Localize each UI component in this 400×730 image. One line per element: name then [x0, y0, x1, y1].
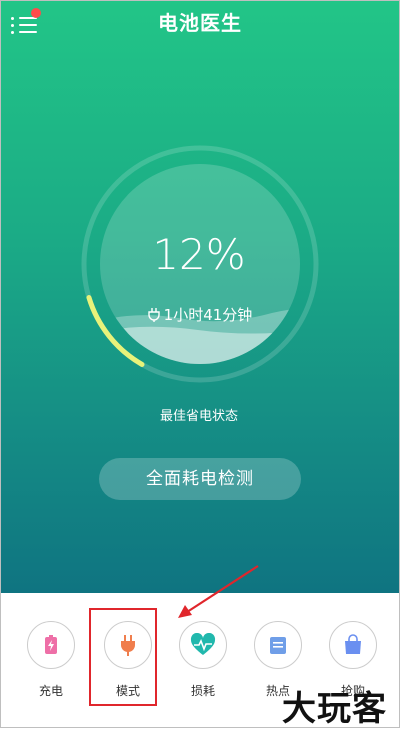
nav-charge-circle [27, 621, 75, 669]
heart-pulse-icon [190, 633, 216, 655]
nav-charge-label: 充电 [38, 684, 63, 698]
app-title: 电池医生 [158, 11, 242, 35]
battery-charge-icon [45, 635, 57, 654]
annotation-highlight-box [89, 608, 157, 706]
plug-icon [147, 308, 160, 322]
nav-item-charge[interactable]: 充电 [15, 593, 91, 727]
remaining-time-text: 1小时41分钟 [163, 306, 253, 324]
shopping-bag-icon [345, 634, 361, 654]
watermark: 大玩客 [282, 689, 387, 729]
gauge-wave-front [100, 326, 300, 364]
annotation-arrow [178, 565, 259, 618]
nav-hot-circle [254, 621, 302, 669]
full-detect-button[interactable]: 全面耗电检测 [99, 458, 301, 500]
nav-wear-label: 损耗 [190, 684, 215, 698]
power-status: 最佳省电状态 [159, 409, 238, 424]
nav-buy-circle [329, 621, 377, 669]
battery-percent: 12% [152, 230, 246, 279]
notes-icon [270, 637, 286, 654]
remaining-time: 1小时41分钟 [0, 304, 398, 325]
nav-wear-circle [179, 621, 227, 669]
